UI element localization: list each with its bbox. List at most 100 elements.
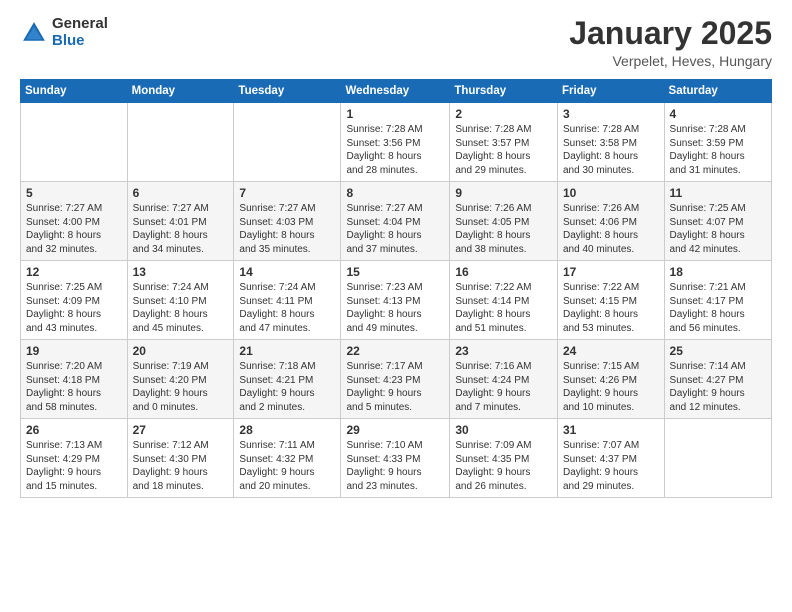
calendar-cell	[664, 419, 771, 498]
calendar-header-row: SundayMondayTuesdayWednesdayThursdayFrid…	[21, 80, 772, 103]
day-number: 19	[26, 344, 122, 358]
calendar-cell: 23 Sunrise: 7:16 AM Sunset: 4:24 PM Dayli…	[450, 340, 558, 419]
calendar-cell: 21Sunrise: 7:18 AM Sunset: 4:21 PM Dayli…	[234, 340, 341, 419]
day-number: 2	[455, 107, 552, 121]
day-number: 1	[346, 107, 444, 121]
calendar-cell: 28 Sunrise: 7:11 AM Sunset: 4:32 PM Dayli…	[234, 419, 341, 498]
day-of-week-header: Sunday	[21, 80, 128, 103]
day-number: 22	[346, 344, 444, 358]
header: General Blue January 2025 Verpelet, Heve…	[20, 16, 772, 69]
day-info: Sunrise: 7:28 AM Sunset: 3:57 PM Dayligh…	[455, 123, 552, 177]
day-info: Sunrise: 7:25 AM Sunset: 4:07 PM Dayligh…	[670, 202, 766, 256]
day-number: 6	[133, 186, 229, 200]
day-info: Sunrise: 7:22 AM Sunset: 4:14 PM Dayligh…	[455, 281, 552, 335]
day-info: Sunrise: 7:10 AM Sunset: 4:33 PM Dayligh…	[346, 439, 444, 493]
calendar-week-row: 5 Sunrise: 7:27 AM Sunset: 4:00 PM Daylig…	[21, 182, 772, 261]
logo-icon	[20, 19, 48, 47]
day-info: Sunrise: 7:27 AM Sunset: 4:01 PM Dayligh…	[133, 202, 229, 256]
calendar-cell: 12 Sunrise: 7:25 AM Sunset: 4:09 PM Dayli…	[21, 261, 128, 340]
calendar-cell: 6 Sunrise: 7:27 AM Sunset: 4:01 PM Daylig…	[127, 182, 234, 261]
calendar-week-row: 19 Sunrise: 7:20 AM Sunset: 4:18 PM Dayli…	[21, 340, 772, 419]
day-number: 26	[26, 423, 122, 437]
day-of-week-header: Saturday	[664, 80, 771, 103]
day-info: Sunrise: 7:26 AM Sunset: 4:05 PM Dayligh…	[455, 202, 552, 256]
day-info: Sunrise: 7:24 AM Sunset: 4:11 PM Dayligh…	[239, 281, 335, 335]
day-number: 31	[563, 423, 659, 437]
day-info: Sunrise: 7:20 AM Sunset: 4:18 PM Dayligh…	[26, 360, 122, 414]
day-info: Sunrise: 7:19 AM Sunset: 4:20 PM Dayligh…	[133, 360, 229, 414]
day-info: Sunrise: 7:22 AM Sunset: 4:15 PM Dayligh…	[563, 281, 659, 335]
day-number: 16	[455, 265, 552, 279]
day-info: Sunrise: 7:14 AM Sunset: 4:27 PM Dayligh…	[670, 360, 766, 414]
calendar-cell: 19 Sunrise: 7:20 AM Sunset: 4:18 PM Dayli…	[21, 340, 128, 419]
title-block: January 2025 Verpelet, Heves, Hungary	[569, 16, 772, 69]
day-number: 3	[563, 107, 659, 121]
calendar-cell: 5 Sunrise: 7:27 AM Sunset: 4:00 PM Daylig…	[21, 182, 128, 261]
day-info: Sunrise: 7:13 AM Sunset: 4:29 PM Dayligh…	[26, 439, 122, 493]
calendar-cell: 18Sunrise: 7:21 AM Sunset: 4:17 PM Dayli…	[664, 261, 771, 340]
calendar-cell: 7Sunrise: 7:27 AM Sunset: 4:03 PM Daylig…	[234, 182, 341, 261]
day-of-week-header: Monday	[127, 80, 234, 103]
day-of-week-header: Friday	[558, 80, 665, 103]
day-number: 5	[26, 186, 122, 200]
day-info: Sunrise: 7:26 AM Sunset: 4:06 PM Dayligh…	[563, 202, 659, 256]
calendar: SundayMondayTuesdayWednesdayThursdayFrid…	[20, 79, 772, 498]
logo-blue: Blue	[52, 33, 108, 50]
calendar-cell	[127, 103, 234, 182]
calendar-cell: 16 Sunrise: 7:22 AM Sunset: 4:14 PM Dayli…	[450, 261, 558, 340]
day-number: 24	[563, 344, 659, 358]
calendar-cell: 13 Sunrise: 7:24 AM Sunset: 4:10 PM Dayli…	[127, 261, 234, 340]
calendar-cell: 1 Sunrise: 7:28 AM Sunset: 3:56 PM Daylig…	[341, 103, 450, 182]
calendar-cell: 25 Sunrise: 7:14 AM Sunset: 4:27 PM Dayli…	[664, 340, 771, 419]
month-title: January 2025	[569, 16, 772, 51]
day-of-week-header: Thursday	[450, 80, 558, 103]
logo-general: General	[52, 16, 108, 33]
logo-text: General Blue	[52, 16, 108, 49]
calendar-cell: 2 Sunrise: 7:28 AM Sunset: 3:57 PM Daylig…	[450, 103, 558, 182]
day-info: Sunrise: 7:15 AM Sunset: 4:26 PM Dayligh…	[563, 360, 659, 414]
day-number: 15	[346, 265, 444, 279]
day-of-week-header: Tuesday	[234, 80, 341, 103]
day-info: Sunrise: 7:21 AM Sunset: 4:17 PM Dayligh…	[670, 281, 766, 335]
day-number: 10	[563, 186, 659, 200]
calendar-cell: 11 Sunrise: 7:25 AM Sunset: 4:07 PM Dayli…	[664, 182, 771, 261]
calendar-week-row: 12 Sunrise: 7:25 AM Sunset: 4:09 PM Dayli…	[21, 261, 772, 340]
day-number: 14	[239, 265, 335, 279]
day-info: Sunrise: 7:12 AM Sunset: 4:30 PM Dayligh…	[133, 439, 229, 493]
day-number: 27	[133, 423, 229, 437]
calendar-cell: 22Sunrise: 7:17 AM Sunset: 4:23 PM Dayli…	[341, 340, 450, 419]
day-info: Sunrise: 7:23 AM Sunset: 4:13 PM Dayligh…	[346, 281, 444, 335]
day-info: Sunrise: 7:18 AM Sunset: 4:21 PM Dayligh…	[239, 360, 335, 414]
day-info: Sunrise: 7:16 AM Sunset: 4:24 PM Dayligh…	[455, 360, 552, 414]
day-number: 25	[670, 344, 766, 358]
day-number: 4	[670, 107, 766, 121]
calendar-week-row: 1 Sunrise: 7:28 AM Sunset: 3:56 PM Daylig…	[21, 103, 772, 182]
calendar-cell	[21, 103, 128, 182]
calendar-cell	[234, 103, 341, 182]
day-info: Sunrise: 7:24 AM Sunset: 4:10 PM Dayligh…	[133, 281, 229, 335]
calendar-cell: 4Sunrise: 7:28 AM Sunset: 3:59 PM Daylig…	[664, 103, 771, 182]
day-number: 13	[133, 265, 229, 279]
calendar-cell: 20 Sunrise: 7:19 AM Sunset: 4:20 PM Dayli…	[127, 340, 234, 419]
day-info: Sunrise: 7:27 AM Sunset: 4:00 PM Dayligh…	[26, 202, 122, 256]
calendar-cell: 26 Sunrise: 7:13 AM Sunset: 4:29 PM Dayli…	[21, 419, 128, 498]
day-number: 20	[133, 344, 229, 358]
day-number: 17	[563, 265, 659, 279]
day-number: 30	[455, 423, 552, 437]
calendar-cell: 3Sunrise: 7:28 AM Sunset: 3:58 PM Daylig…	[558, 103, 665, 182]
day-number: 12	[26, 265, 122, 279]
day-number: 28	[239, 423, 335, 437]
day-info: Sunrise: 7:25 AM Sunset: 4:09 PM Dayligh…	[26, 281, 122, 335]
day-info: Sunrise: 7:28 AM Sunset: 3:56 PM Dayligh…	[346, 123, 444, 177]
day-info: Sunrise: 7:27 AM Sunset: 4:04 PM Dayligh…	[346, 202, 444, 256]
day-number: 11	[670, 186, 766, 200]
day-info: Sunrise: 7:09 AM Sunset: 4:35 PM Dayligh…	[455, 439, 552, 493]
calendar-cell: 15 Sunrise: 7:23 AM Sunset: 4:13 PM Dayli…	[341, 261, 450, 340]
location: Verpelet, Heves, Hungary	[569, 53, 772, 69]
day-info: Sunrise: 7:27 AM Sunset: 4:03 PM Dayligh…	[239, 202, 335, 256]
calendar-cell: 31Sunrise: 7:07 AM Sunset: 4:37 PM Dayli…	[558, 419, 665, 498]
day-number: 23	[455, 344, 552, 358]
calendar-cell: 9 Sunrise: 7:26 AM Sunset: 4:05 PM Daylig…	[450, 182, 558, 261]
day-number: 9	[455, 186, 552, 200]
day-info: Sunrise: 7:11 AM Sunset: 4:32 PM Dayligh…	[239, 439, 335, 493]
